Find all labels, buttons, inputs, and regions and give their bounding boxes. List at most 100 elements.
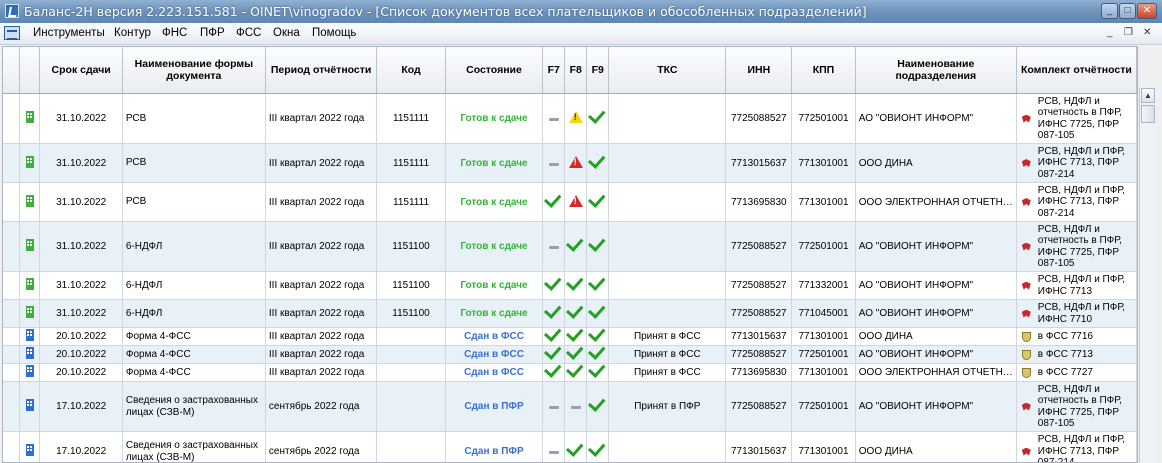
table-row[interactable]: 17.10.2022 Сведения о застрахованных лица… (3, 381, 1137, 432)
mdi-minimize-button[interactable]: _ (1107, 27, 1113, 38)
row-handle[interactable] (3, 327, 20, 346)
table-row[interactable]: 31.10.2022 6-НДФЛ III квартал 2022 года 115… (3, 271, 1137, 300)
col-tks[interactable]: ТКС (608, 47, 727, 94)
cell-form-name: Форма 4-ФСС (122, 345, 266, 364)
col-type[interactable] (19, 47, 41, 94)
cell-state: Сдан в ФСС (445, 345, 544, 364)
col-period[interactable]: Период отчётности (265, 47, 378, 94)
cell-f7 (542, 143, 566, 183)
check-icon (588, 272, 606, 291)
cell-f7 (542, 345, 566, 364)
cell-f7 (542, 327, 566, 346)
col-f9[interactable]: F9 (586, 47, 610, 94)
check-icon (566, 300, 584, 319)
col-subdivision[interactable]: Наименование подразделения (855, 47, 1017, 94)
col-state[interactable]: Состояние (445, 47, 544, 94)
cell-f7 (542, 381, 566, 432)
cell-code: 1151100 (376, 271, 446, 300)
table-row[interactable]: 20.10.2022 Форма 4-ФСС III квартал 2022 го… (3, 363, 1137, 382)
col-form-name[interactable]: Наименование формы документа (122, 47, 266, 94)
col-f7[interactable]: F7 (542, 47, 566, 94)
eagle-emblem-icon (1020, 241, 1034, 253)
row-handle[interactable] (3, 345, 20, 364)
table-row[interactable]: 31.10.2022 РСВ III квартал 2022 года 115111… (3, 182, 1137, 222)
cell-period: сентябрь 2022 года (265, 381, 378, 432)
cell-f9 (586, 327, 610, 346)
cell-tks (608, 271, 727, 300)
title-bar[interactable]: Баланс-2Н версия 2.223.151.581 - OINET\v… (0, 0, 1162, 23)
table-row[interactable]: 31.10.2022 6-НДФЛ III квартал 2022 года 115… (3, 221, 1137, 272)
cell-due-date: 31.10.2022 (39, 271, 123, 300)
report-kit-label: РСВ, НДФЛ и ПФР, ИФНС 7713, ПФР 087-214 (1037, 434, 1125, 463)
cell-code: 1151111 (376, 182, 446, 222)
cell-code: 1151111 (376, 93, 446, 144)
cell-due-date: 20.10.2022 (39, 363, 123, 382)
table-row[interactable]: 31.10.2022 6-НДФЛ III квартал 2022 года 115… (3, 299, 1137, 328)
check-icon (566, 363, 584, 378)
cell-tks (608, 143, 727, 183)
table-row[interactable]: 20.10.2022 Форма 4-ФСС III квартал 2022 го… (3, 327, 1137, 346)
row-handle[interactable] (3, 93, 20, 144)
report-kit-label: РСВ, НДФЛ и отчетность в ПФР, ИФНС 7725,… (1037, 95, 1122, 142)
col-kpp[interactable]: КПП (791, 47, 856, 94)
maximize-button[interactable]: □ (1119, 3, 1136, 19)
cell-report-kit: РСВ, НДФЛ и ПФР, ИФНС 7713, ПФР 087-214 (1016, 182, 1137, 222)
col-due-date[interactable]: Срок сдачи (39, 47, 123, 94)
row-handle[interactable] (3, 299, 20, 328)
table-row[interactable]: 20.10.2022 Форма 4-ФСС III квартал 2022 го… (3, 345, 1137, 364)
cell-f9 (586, 221, 610, 272)
mdi-close-button[interactable]: ✕ (1143, 27, 1151, 38)
mdi-restore-button[interactable]: ❐ (1124, 27, 1133, 38)
row-handle[interactable] (3, 182, 20, 222)
cell-f8 (564, 381, 588, 432)
cell-tks: Принят в ФСС (608, 345, 727, 364)
row-handle[interactable] (3, 221, 20, 272)
scroll-thumb[interactable] (1141, 105, 1155, 123)
menu-windows[interactable]: Окна (273, 27, 300, 39)
cell-f9 (586, 299, 610, 328)
cell-code (376, 327, 446, 346)
minimize-button[interactable]: _ (1101, 3, 1118, 19)
dash-icon (548, 406, 559, 409)
cell-kpp: 771301001 (791, 327, 856, 346)
app-icon[interactable] (5, 4, 19, 18)
scroll-up-arrow-icon[interactable]: ▲ (1141, 88, 1155, 103)
cell-report-kit: РСВ, НДФЛ и отчетность в ПФР, ИФНС 7725,… (1016, 381, 1137, 432)
row-handle[interactable] (3, 143, 20, 183)
col-report-kit[interactable]: Комплект отчётности (1016, 47, 1137, 94)
menu-fns[interactable]: ФНС (162, 27, 187, 39)
col-f8[interactable]: F8 (564, 47, 588, 94)
row-handle[interactable] (3, 271, 20, 300)
menu-tools[interactable]: Инструменты (33, 27, 105, 39)
col-code[interactable]: Код (376, 47, 446, 94)
menu-pfr[interactable]: ПФР (200, 27, 225, 39)
table-row[interactable]: 31.10.2022 РСВ III квартал 2022 года 115111… (3, 143, 1137, 183)
col-inn[interactable]: ИНН (725, 47, 793, 94)
check-icon (566, 233, 584, 252)
cell-code: 1151100 (376, 221, 446, 272)
menu-help[interactable]: Помощь (312, 27, 356, 39)
cell-inn: 7725088527 (725, 345, 793, 364)
menu-fss[interactable]: ФСС (236, 27, 261, 39)
row-handle[interactable] (3, 363, 20, 382)
cell-type (19, 363, 41, 382)
check-icon (566, 272, 584, 291)
close-button[interactable]: ✕ (1137, 3, 1157, 19)
table-row[interactable]: 31.10.2022 РСВ III квартал 2022 года 115111… (3, 93, 1137, 144)
cell-form-name: Форма 4-ФСС (122, 327, 266, 346)
menu-kontur[interactable]: Контур (114, 27, 151, 39)
cell-f8 (564, 431, 588, 462)
vertical-scrollbar[interactable]: ▲ (1139, 88, 1156, 463)
cell-form-name: РСВ (122, 143, 266, 183)
row-handle[interactable] (3, 381, 20, 432)
table-row[interactable]: 17.10.2022 Сведения о застрахованных лица… (3, 431, 1137, 463)
cell-f8 (564, 271, 588, 300)
cell-due-date: 31.10.2022 (39, 299, 123, 328)
cell-subdivision: ООО ДИНА (855, 143, 1017, 183)
cell-f9 (586, 143, 610, 183)
cell-report-kit: в ФСС 7713 (1016, 345, 1137, 364)
col-handle[interactable] (3, 47, 20, 94)
document-window-icon[interactable] (4, 26, 20, 40)
documents-grid: Срок сдачи Наименование формы документа … (2, 46, 1138, 463)
row-handle[interactable] (3, 431, 20, 462)
